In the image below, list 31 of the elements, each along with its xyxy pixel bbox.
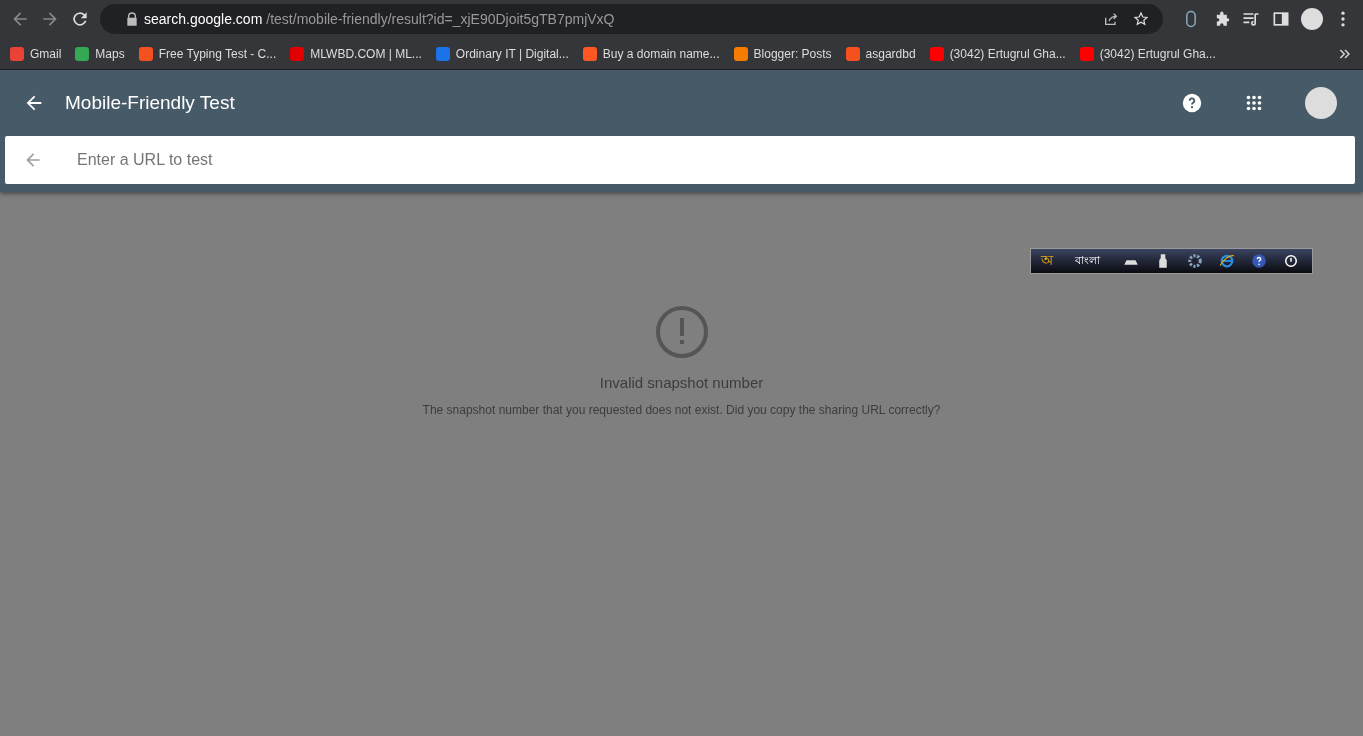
- page-title: Mobile-Friendly Test: [65, 92, 235, 114]
- bookmark[interactable]: Gmail: [10, 46, 62, 61]
- lock-icon: [124, 11, 140, 27]
- url-field[interactable]: Enter a URL to test: [5, 136, 1355, 184]
- bookmark[interactable]: Buy a domain name...: [582, 46, 720, 61]
- url-path: /test/mobile-friendly/result?id=_xjE90Djoit5gTB7pmjVxQ: [266, 11, 615, 27]
- info-icon[interactable]: [1282, 252, 1300, 270]
- help-icon[interactable]: [1250, 252, 1268, 270]
- url-host: search.google.com: [144, 11, 263, 27]
- bookmark[interactable]: (3042) Ertugrul Gha...: [929, 46, 1066, 61]
- profile-avatar[interactable]: [1301, 8, 1323, 30]
- bookmark[interactable]: Maps: [75, 46, 125, 61]
- error-message: The snapshot number that you requested does not exist. Did you copy the sharing URL correctly?: [422, 403, 941, 417]
- side-panel-icon[interactable]: [1271, 9, 1291, 29]
- warning-icon: [653, 304, 710, 360]
- bookmark[interactable]: Ordinary IT | Digital...: [435, 46, 569, 61]
- reload-icon[interactable]: [70, 9, 90, 29]
- account-avatar[interactable]: [1305, 87, 1337, 119]
- language-selector[interactable]: বাংলা: [1075, 251, 1100, 271]
- share-icon[interactable]: [1103, 11, 1119, 27]
- bookmark[interactable]: Blogger: Posts: [733, 46, 832, 61]
- bookmark[interactable]: asgardbd: [845, 46, 916, 61]
- browser-e-icon[interactable]: [1218, 252, 1236, 270]
- star-icon[interactable]: [1133, 11, 1149, 27]
- bookmark[interactable]: Free Typing Test - C...: [138, 46, 277, 61]
- bookmark[interactable]: MLWBD.COM | ML...: [290, 46, 422, 61]
- ime-logo[interactable]: অ: [1041, 249, 1053, 273]
- address-bar[interactable]: search.google.com /test/mobile-friendly/result?id=_xjE90Djoit5gTB7pmjVxQ: [100, 4, 1163, 34]
- bookmark[interactable]: (3042) Ertugrul Gha...: [1079, 46, 1216, 61]
- help-icon[interactable]: [1181, 92, 1203, 114]
- error-title: Invalid snapshot number: [599, 374, 764, 391]
